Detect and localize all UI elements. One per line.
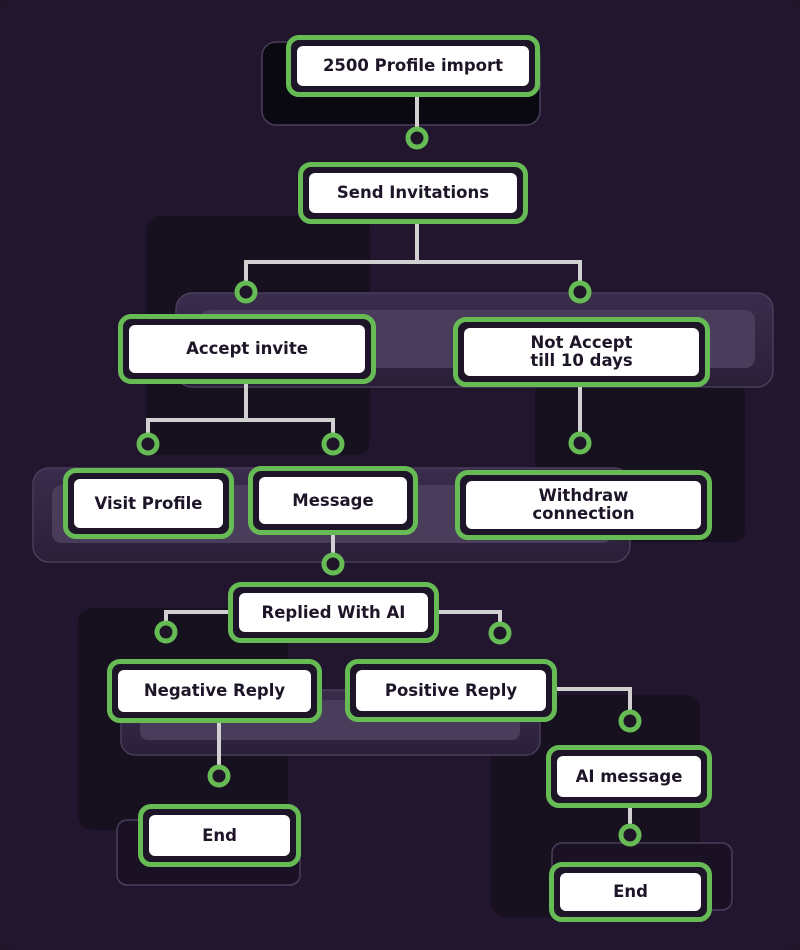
node-not-accept[interactable]: Not Accept till 10 days bbox=[453, 317, 710, 387]
node-positive-reply[interactable]: Positive Reply bbox=[345, 659, 557, 722]
node-visit-profile[interactable]: Visit Profile bbox=[63, 468, 234, 539]
node-send-invitations[interactable]: Send Invitations bbox=[298, 162, 528, 224]
node-label: Send Invitations bbox=[309, 173, 517, 213]
node-end-right[interactable]: End bbox=[549, 862, 712, 922]
node-label: Negative Reply bbox=[118, 670, 311, 712]
node-profile-import[interactable]: 2500 Profile import bbox=[286, 35, 540, 97]
node-end-left[interactable]: End bbox=[138, 804, 301, 867]
node-replied-with-ai[interactable]: Replied With AI bbox=[228, 582, 439, 643]
node-label: AI message bbox=[557, 756, 701, 797]
node-accept-invite[interactable]: Accept invite bbox=[118, 314, 376, 384]
node-negative-reply[interactable]: Negative Reply bbox=[107, 659, 322, 723]
node-ai-message[interactable]: AI message bbox=[546, 745, 712, 808]
node-label: Replied With AI bbox=[239, 593, 428, 632]
node-label: Accept invite bbox=[129, 325, 365, 373]
node-label: Message bbox=[259, 477, 407, 524]
node-label: End bbox=[560, 873, 701, 911]
node-message[interactable]: Message bbox=[248, 466, 418, 535]
flow-diagram: 2500 Profile import Send Invitations Acc… bbox=[0, 0, 800, 950]
node-withdraw-connection[interactable]: Withdraw connection bbox=[455, 470, 712, 540]
node-label: Positive Reply bbox=[356, 670, 546, 711]
node-label: Withdraw connection bbox=[466, 481, 701, 529]
node-label: Visit Profile bbox=[74, 479, 223, 528]
node-label: End bbox=[149, 815, 290, 856]
node-label: 2500 Profile import bbox=[297, 46, 529, 86]
node-label: Not Accept till 10 days bbox=[464, 328, 699, 376]
